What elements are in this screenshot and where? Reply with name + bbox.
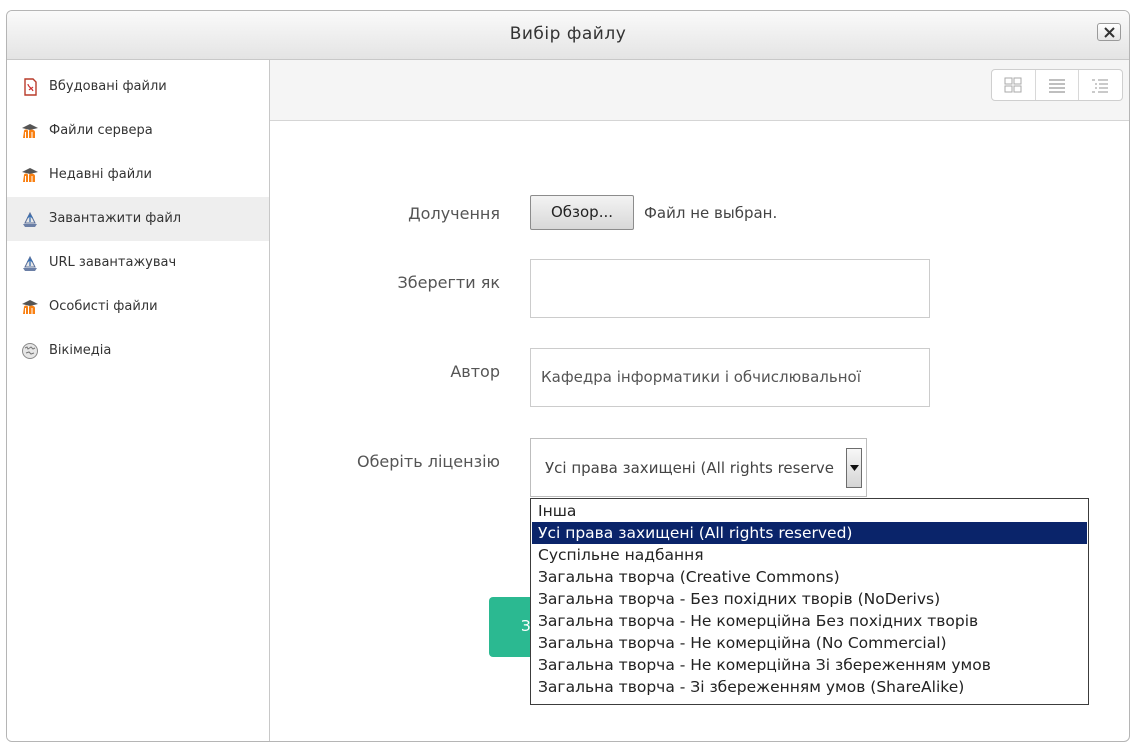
grid-view-button[interactable] [992, 70, 1036, 100]
moodle-icon [22, 124, 38, 138]
license-option[interactable]: Інша [532, 500, 1087, 522]
view-switcher [991, 69, 1123, 101]
license-option[interactable]: Загальна творча - Зі збереженням умов (S… [532, 676, 1087, 698]
grid-view-icon [1004, 77, 1022, 93]
repository-sidebar: Вбудовані файли Файли сервера Недавні фа… [7, 60, 270, 741]
moodle-icon [22, 168, 38, 182]
save-as-label: Зберегти як [397, 273, 500, 292]
license-option[interactable]: Суспільне надбання [532, 544, 1087, 566]
file-toolbar [270, 60, 1129, 121]
sidebar-item-label: URL завантажувач [49, 255, 177, 270]
file-picker-dialog: Вибір файлу Вбудовані файли Файли сервер… [6, 10, 1130, 742]
sidebar-item-label: Файли сервера [49, 123, 153, 138]
author-label: Автор [450, 362, 500, 381]
moodle-icon [22, 300, 38, 314]
upload-icon [23, 255, 37, 271]
wikimedia-icon [22, 343, 38, 359]
browse-button[interactable]: Обзор... [530, 195, 634, 230]
tree-view-button[interactable] [1079, 70, 1122, 100]
license-dropdown-list: Інша Усі права захищені (All rights rese… [530, 498, 1089, 705]
attachment-label: Долучення [408, 204, 500, 223]
sidebar-item-label: Вікімедіа [49, 343, 112, 358]
license-option[interactable]: Загальна творча - Не комерційна Без похі… [532, 610, 1087, 632]
close-icon [1104, 27, 1115, 38]
sidebar-item-label: Вбудовані файли [49, 79, 167, 94]
sidebar-item-label: Завантажити файл [49, 211, 182, 226]
license-label: Оберіть ліцензію [356, 452, 500, 471]
sidebar-item-label: Особисті файли [49, 299, 158, 314]
save-as-input[interactable] [530, 259, 930, 318]
sidebar-item-label: Недавні файли [49, 167, 152, 182]
sidebar-item-server-files[interactable]: Файли сервера [7, 109, 269, 153]
license-select-value: Усі права захищені (All rights reserved) [545, 459, 834, 477]
chevron-down-icon [850, 465, 859, 471]
license-option[interactable]: Загальна творча - Не комерційна Зі збере… [532, 654, 1087, 676]
sidebar-item-private-files[interactable]: Особисті файли [7, 285, 269, 329]
file-status-text: Файл не выбран. [644, 204, 778, 222]
license-select[interactable]: Усі права захищені (All rights reserved) [530, 438, 867, 497]
license-option[interactable]: Загальна творча - Без похідних творів (N… [532, 588, 1087, 610]
list-view-icon [1048, 79, 1065, 93]
upload-icon [23, 211, 37, 227]
sidebar-item-wikimedia[interactable]: Вікімедіа [7, 329, 269, 373]
license-option[interactable]: Загальна творча - Не комерційна (No Comm… [532, 632, 1087, 654]
list-view-button[interactable] [1036, 70, 1080, 100]
license-option[interactable]: Загальна творча (Creative Commons) [532, 566, 1087, 588]
license-option-selected[interactable]: Усі права захищені (All rights reserved) [532, 522, 1087, 544]
sidebar-item-upload-file[interactable]: Завантажити файл [7, 197, 269, 241]
author-input[interactable]: Кафедра інформатики і обчислювальної [530, 348, 930, 407]
select-dropdown-button[interactable] [846, 448, 862, 488]
sidebar-item-url-downloader[interactable]: URL завантажувач [7, 241, 269, 285]
tree-view-icon [1092, 79, 1109, 93]
sidebar-item-recent-files[interactable]: Недавні файли [7, 153, 269, 197]
dialog-title: Вибір файлу [509, 24, 627, 44]
dialog-titlebar: Вибір файлу [7, 11, 1129, 60]
sidebar-item-embedded-files[interactable]: Вбудовані файли [7, 65, 269, 109]
pdf-icon [24, 78, 37, 96]
close-button[interactable] [1097, 23, 1121, 41]
